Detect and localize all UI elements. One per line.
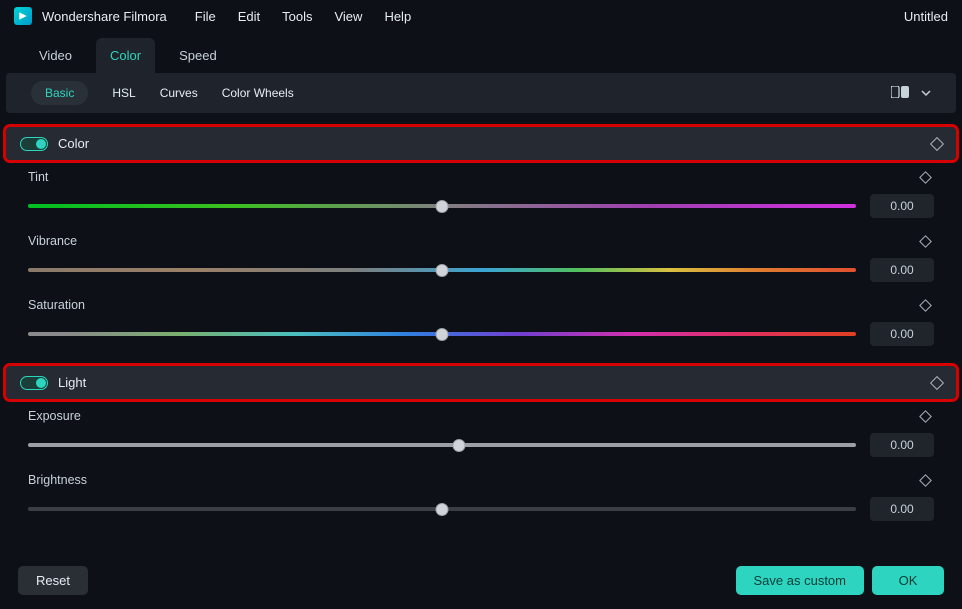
section-light-title: Light: [58, 375, 86, 390]
saturation-slider[interactable]: [28, 327, 856, 341]
tint-thumb[interactable]: [436, 200, 449, 213]
param-tint: Tint: [6, 168, 956, 232]
tab-speed[interactable]: Speed: [165, 38, 231, 73]
exposure-label: Exposure: [28, 409, 81, 423]
brightness-thumb[interactable]: [436, 503, 449, 516]
section-color-header[interactable]: Color: [6, 127, 956, 160]
compare-icon[interactable]: [891, 86, 909, 101]
color-panel-content: Color Tint Vibrance: [0, 113, 962, 535]
param-vibrance: Vibrance: [6, 232, 956, 296]
exposure-value[interactable]: [870, 433, 934, 457]
app-name: Wondershare Filmora: [42, 9, 167, 24]
light-toggle[interactable]: [20, 376, 48, 390]
brightness-keyframe-icon[interactable]: [919, 474, 932, 487]
document-title: Untitled: [904, 9, 948, 24]
ok-button[interactable]: OK: [872, 566, 944, 595]
subtab-basic[interactable]: Basic: [31, 81, 88, 105]
menu-help[interactable]: Help: [384, 9, 411, 24]
section-color-title: Color: [58, 136, 89, 151]
section-light-header[interactable]: Light: [6, 366, 956, 399]
saturation-keyframe-icon[interactable]: [919, 299, 932, 312]
color-toggle[interactable]: [20, 137, 48, 151]
brightness-label: Brightness: [28, 473, 87, 487]
saturation-thumb[interactable]: [436, 328, 449, 341]
param-brightness: Brightness: [6, 471, 956, 535]
vibrance-value[interactable]: [870, 258, 934, 282]
tint-slider[interactable]: [28, 199, 856, 213]
subtab-hsl[interactable]: HSL: [112, 86, 135, 100]
saturation-value[interactable]: [870, 322, 934, 346]
tint-label: Tint: [28, 170, 48, 184]
saturation-label: Saturation: [28, 298, 85, 312]
light-keyframe-icon[interactable]: [930, 375, 944, 389]
tab-color[interactable]: Color: [96, 38, 155, 73]
panel-tabs: Video Color Speed: [0, 32, 962, 73]
brightness-slider[interactable]: [28, 502, 856, 516]
vibrance-keyframe-icon[interactable]: [919, 235, 932, 248]
tint-keyframe-icon[interactable]: [919, 171, 932, 184]
vibrance-thumb[interactable]: [436, 264, 449, 277]
exposure-slider[interactable]: [28, 438, 856, 452]
tint-value[interactable]: [870, 194, 934, 218]
exposure-keyframe-icon[interactable]: [919, 410, 932, 423]
app-logo-icon: [14, 7, 32, 25]
color-keyframe-icon[interactable]: [930, 136, 944, 150]
menu-bar: Wondershare Filmora File Edit Tools View…: [0, 0, 962, 32]
subtab-curves[interactable]: Curves: [160, 86, 198, 100]
subtab-wheels[interactable]: Color Wheels: [222, 86, 294, 100]
tab-video[interactable]: Video: [25, 38, 86, 73]
param-exposure: Exposure: [6, 407, 956, 471]
exposure-thumb[interactable]: [452, 439, 465, 452]
chevron-down-icon[interactable]: [921, 86, 931, 101]
menu-edit[interactable]: Edit: [238, 9, 260, 24]
brightness-value[interactable]: [870, 497, 934, 521]
param-saturation: Saturation: [6, 296, 956, 360]
footer-bar: Reset Save as custom OK: [0, 556, 962, 609]
vibrance-label: Vibrance: [28, 234, 77, 248]
menu-file[interactable]: File: [195, 9, 216, 24]
menu-tools[interactable]: Tools: [282, 9, 312, 24]
save-as-custom-button[interactable]: Save as custom: [736, 566, 865, 595]
color-subtabs: Basic HSL Curves Color Wheels: [6, 73, 956, 113]
menu-view[interactable]: View: [334, 9, 362, 24]
reset-button[interactable]: Reset: [18, 566, 88, 595]
vibrance-slider[interactable]: [28, 263, 856, 277]
